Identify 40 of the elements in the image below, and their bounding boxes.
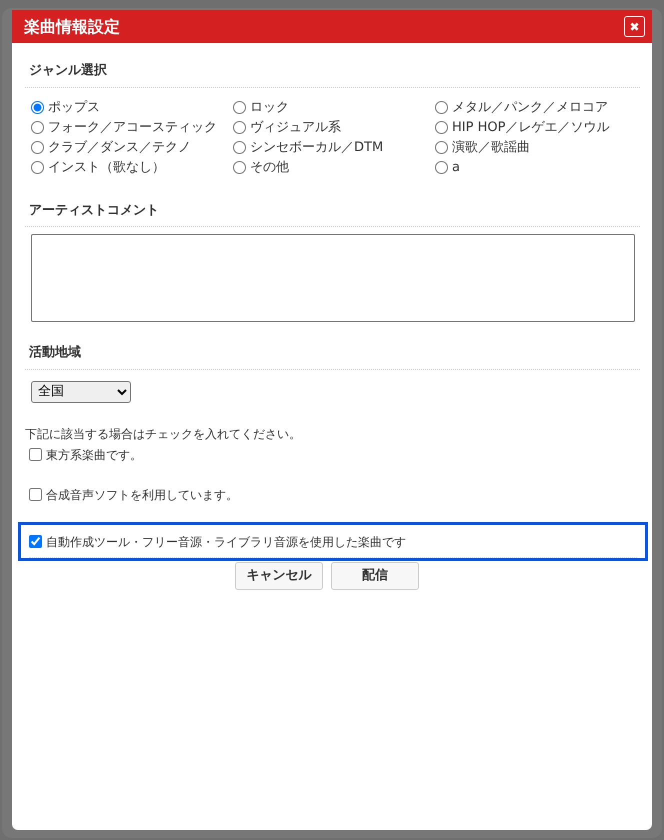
checkbox-label[interactable]: 合成音声ソフトを利用しています。 xyxy=(46,486,238,504)
radio-button[interactable] xyxy=(233,121,246,134)
checkbox-label[interactable]: 自動作成ツール・フリー音源・ライブラリ音源を使用した楽曲です xyxy=(46,532,406,550)
radio-button[interactable] xyxy=(31,141,44,154)
radio-button[interactable] xyxy=(31,101,44,114)
dialog-title: 楽曲情報設定 xyxy=(24,16,120,38)
radio-button[interactable] xyxy=(435,121,448,134)
radio-button[interactable] xyxy=(233,141,246,154)
radio-button[interactable] xyxy=(435,101,448,114)
radio-label[interactable]: ポップス xyxy=(48,98,100,116)
region-select[interactable]: 全国 xyxy=(31,380,131,402)
radio-label[interactable]: その他 xyxy=(250,158,289,176)
radio-label[interactable]: 演歌／歌謡曲 xyxy=(452,138,530,156)
checkbox[interactable] xyxy=(29,448,42,461)
deliver-button[interactable]: 配信 xyxy=(331,562,419,590)
close-button[interactable]: ✖ xyxy=(624,16,645,37)
section-heading: アーティストコメント xyxy=(25,200,640,227)
notice-text: 下記に該当する場合はチェックを入れてください。 xyxy=(25,426,302,442)
radio-button[interactable] xyxy=(435,161,448,174)
radio-label[interactable]: HIP HOP／レゲエ／ソウル xyxy=(452,118,610,136)
radio-button[interactable] xyxy=(233,161,246,174)
checkbox[interactable] xyxy=(29,535,42,548)
radio-label[interactable]: シンセボーカル／DTM xyxy=(250,138,384,156)
cancel-button[interactable]: キャンセル xyxy=(235,562,323,590)
radio-label[interactable]: ロック xyxy=(250,98,289,116)
radio-button[interactable] xyxy=(31,121,44,134)
checkbox-label[interactable]: 東方系楽曲です。 xyxy=(46,446,142,464)
section-heading: 活動地域 xyxy=(25,343,640,370)
radio-label[interactable]: メタル／パンク／メロコア xyxy=(452,98,608,116)
radio-label[interactable]: a xyxy=(452,158,460,176)
radio-label[interactable]: インスト（歌なし） xyxy=(48,158,165,176)
radio-label[interactable]: クラブ／ダンス／テクノ xyxy=(48,138,191,156)
radio-button[interactable] xyxy=(435,141,448,154)
comment-field[interactable] xyxy=(31,234,635,322)
radio-label[interactable]: ヴィジュアル系 xyxy=(250,118,341,136)
radio-button[interactable] xyxy=(31,161,44,174)
section-heading: ジャンル選択 xyxy=(25,61,640,88)
checkbox[interactable] xyxy=(29,488,42,501)
radio-button[interactable] xyxy=(233,101,246,114)
radio-label[interactable]: フォーク／アコースティック xyxy=(48,118,217,136)
